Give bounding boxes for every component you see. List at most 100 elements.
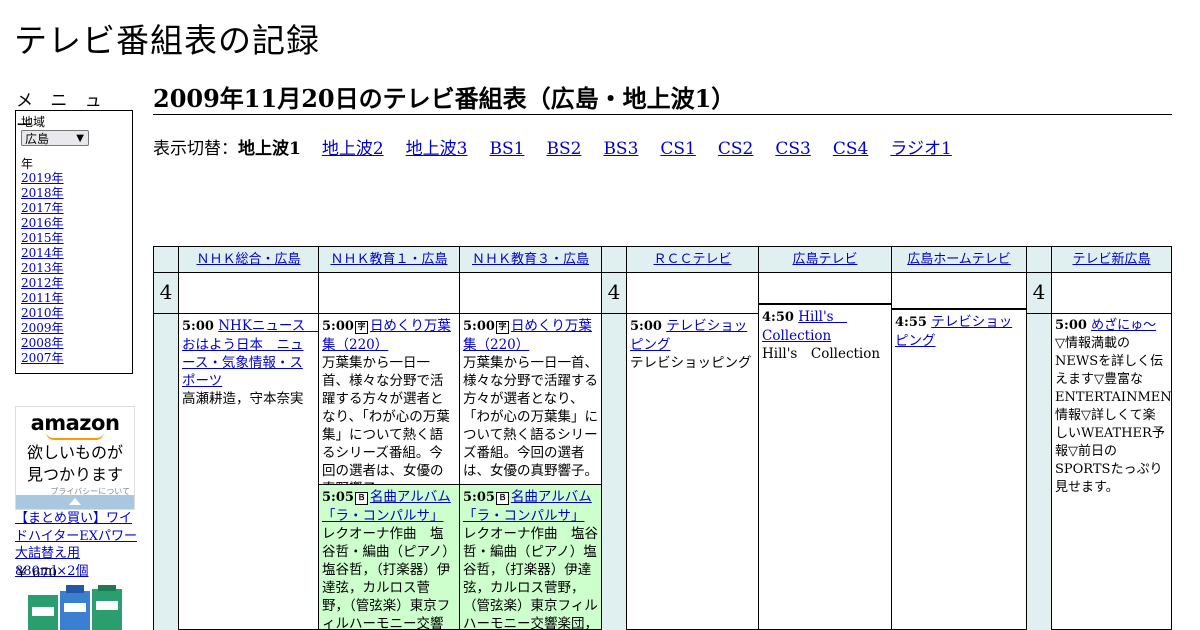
program-title-link[interactable]: めざにゅ～ (1091, 318, 1156, 333)
hour-label: 4 (601, 273, 627, 314)
program-desc: Hill's Collection (762, 346, 881, 362)
caption-badge-icon: 字 (354, 321, 368, 334)
hour-fill (153, 314, 179, 630)
channel-link[interactable]: ＲＣＣテレビ (653, 252, 731, 267)
program-time: 4:55 (895, 315, 927, 330)
channel-column-home-tv: 広島ホームテレビ 4:55 テレビショッピング (891, 246, 1027, 630)
year-link-2008[interactable]: 2008年 (21, 336, 64, 350)
program-desc: レクオーナ作曲 塩谷哲・編曲（ピアノ）塩谷哲，（打楽器）伊達弦，カルロス菅野，（… (322, 526, 456, 630)
page-title: 2009年11月20日のテレビ番組表（広島・地上波1） (153, 84, 736, 113)
ad-collapse-bar[interactable] (16, 495, 134, 509)
switch-link-cs1[interactable]: CS1 (660, 139, 695, 159)
hour-column: 4 (1026, 246, 1052, 630)
year-link-2016[interactable]: 2016年 (21, 216, 64, 230)
year-link-2010[interactable]: 2010年 (21, 306, 64, 320)
channel-link[interactable]: ＮＨＫ教育３・広島 (472, 252, 589, 267)
switcher-current: 地上波1 (238, 139, 301, 159)
switch-link-cs4[interactable]: CS4 (833, 139, 868, 159)
empty-slot (758, 273, 892, 304)
switch-link-bs2[interactable]: BS2 (546, 139, 581, 159)
sidebar: メ ニ ュ ー 地域 広島 ▼ 年 2019年 2018年 2017年 2016… (15, 86, 137, 374)
channel-column-rcc: ＲＣＣテレビ 5:00 テレビショッピング テレビショッピング (626, 246, 759, 630)
program-desc: 万葉集から一日一首、様々な分野で活躍する方々が選者となり、「わが心の万葉集」につ… (322, 355, 450, 484)
program-cell: 4:50 Hill's Collection Hill's Collection (758, 304, 892, 630)
b-badge-icon: Ｂ (495, 492, 509, 505)
switch-link-bs3[interactable]: BS3 (603, 139, 638, 159)
year-link-2012[interactable]: 2012年 (21, 276, 64, 290)
program-time: 4:50 (762, 310, 794, 325)
product-image[interactable] (26, 585, 126, 630)
menu-heading: メ ニ ュ ー (16, 91, 108, 136)
channel-header: ＮＨＫ教育３・広島 (459, 246, 602, 273)
program-time: 5:00 (322, 319, 354, 334)
view-switcher: 表示切替：地上波1 地上波2 地上波3 BS1 BS2 BS3 CS1 CS2 CS3 CS4 ラジ… (153, 134, 974, 159)
channel-column-htv: 広島テレビ 4:50 Hill's Collection Hill's Coll… (758, 246, 892, 630)
program-cell: 5:00 字日めくり万葉集（220） 万葉集から一日一首、様々な分野で活躍する方々… (459, 314, 602, 485)
channel-header: テレビ新広島 (1051, 246, 1172, 273)
schedule-grid: 4 ＮＨＫ総合・広島 5:00 NHKニュース おはよう日本 ニュース・気象情報… (153, 246, 1172, 630)
program-time: 5:00 (1055, 318, 1087, 333)
hour-label: 4 (153, 273, 179, 314)
ad-tagline-1: 欲しいものが (26, 443, 123, 462)
channel-link[interactable]: ＮＨＫ総合・広島 (196, 252, 300, 267)
program-time: 5:00 (182, 319, 214, 334)
switch-link-radio1[interactable]: ラジオ1 (890, 139, 951, 159)
program-desc: 高瀬耕造，守本奈実 (182, 391, 304, 407)
empty-slot (891, 273, 1027, 309)
program-time: 5:05 (463, 490, 495, 505)
switch-link-cs3[interactable]: CS3 (775, 139, 810, 159)
region-select[interactable]: 広島 ▼ (21, 130, 89, 146)
program-time: 5:00 (463, 319, 495, 334)
amazon-ad-banner[interactable]: amazon 欲しいものが 見つかります プライバシーについて (15, 406, 135, 510)
channel-column-tss: テレビ新広島 5:00 めざにゅ～ ▽情報満載のNEWSを詳しく伝えます▽豊富な… (1051, 246, 1172, 630)
hour-fill (1026, 314, 1052, 630)
switch-link-bs1[interactable]: BS1 (490, 139, 525, 159)
b-badge-icon: Ｂ (354, 492, 368, 505)
hour-column-header (1026, 246, 1052, 273)
year-link-2019[interactable]: 2019年 (21, 171, 64, 185)
hour-label: 4 (1026, 273, 1052, 314)
program-desc: 万葉集から一日一首、様々な分野で活躍する方々が選者となり、「わが心の万葉集」につ… (463, 355, 598, 479)
region-select-value: 広島 (25, 132, 50, 146)
ad-product-price: ￥ 670 (15, 566, 57, 581)
hour-column-header (153, 246, 179, 273)
program-cell: 5:00 めざにゅ～ ▽情報満載のNEWSを詳しく伝えます▽豊富なENTERTA… (1051, 314, 1172, 630)
channel-link[interactable]: テレビ新広島 (1072, 252, 1150, 267)
title-divider (153, 114, 1172, 115)
year-link-2013[interactable]: 2013年 (21, 261, 64, 275)
program-cell: 5:05 Ｂ 名曲アルバム「ラ・コンパルサ」 レクオーナ作曲 塩谷哲・編曲（ピアノ）… (459, 485, 602, 630)
program-time: 5:00 (630, 319, 662, 334)
year-link-2011[interactable]: 2011年 (21, 291, 64, 305)
year-link-2009[interactable]: 2009年 (21, 321, 64, 335)
ad-tagline-2: 見つかります (26, 465, 123, 484)
hour-column-header (601, 246, 627, 273)
program-cell: 5:00 NHKニュース おはよう日本 ニュース・気象情報・スポーツ 高瀬耕造，… (178, 314, 319, 630)
chevron-down-icon: ▼ (76, 133, 84, 144)
channel-link[interactable]: 広島ホームテレビ (907, 252, 1011, 267)
channel-header: 広島テレビ (758, 246, 892, 273)
hour-column: 4 (601, 246, 627, 630)
program-cell: 5:00 テレビショッピング テレビショッピング (626, 314, 759, 630)
program-desc: レクオーナ作曲 塩谷哲・編曲（ピアノ）塩谷哲，（打楽器）伊達弦，カルロス菅野，（… (463, 526, 598, 630)
channel-header: ＲＣＣテレビ (626, 246, 759, 273)
year-link-2018[interactable]: 2018年 (21, 186, 64, 200)
empty-slot (459, 273, 602, 314)
empty-slot (1051, 273, 1172, 314)
hour-fill (601, 314, 627, 630)
program-desc: ▽情報満載のNEWSを詳しく伝えます▽豊富なENTERTAINMENT情報▽詳し… (1055, 336, 1172, 495)
channel-header: ＮＨＫ総合・広島 (178, 246, 319, 273)
program-cell: 5:00 字日めくり万葉集（220） 万葉集から一日一首、様々な分野で活躍する方々… (318, 314, 460, 485)
year-label: 年 (21, 157, 34, 171)
empty-slot (178, 273, 319, 314)
switch-link-chijo3[interactable]: 地上波3 (406, 139, 468, 159)
year-list: 2019年 2018年 2017年 2016年 2015年 2014年 2013… (21, 171, 127, 366)
switch-link-cs2[interactable]: CS2 (718, 139, 753, 159)
channel-link[interactable]: 広島テレビ (792, 252, 857, 267)
year-link-2015[interactable]: 2015年 (21, 231, 64, 245)
channel-link[interactable]: ＮＨＫ教育１・広島 (330, 252, 447, 267)
amazon-logo: amazon (30, 411, 120, 435)
year-link-2007[interactable]: 2007年 (21, 351, 64, 365)
switch-link-chijo2[interactable]: 地上波2 (322, 139, 384, 159)
year-link-2017[interactable]: 2017年 (21, 201, 64, 215)
year-link-2014[interactable]: 2014年 (21, 246, 64, 260)
